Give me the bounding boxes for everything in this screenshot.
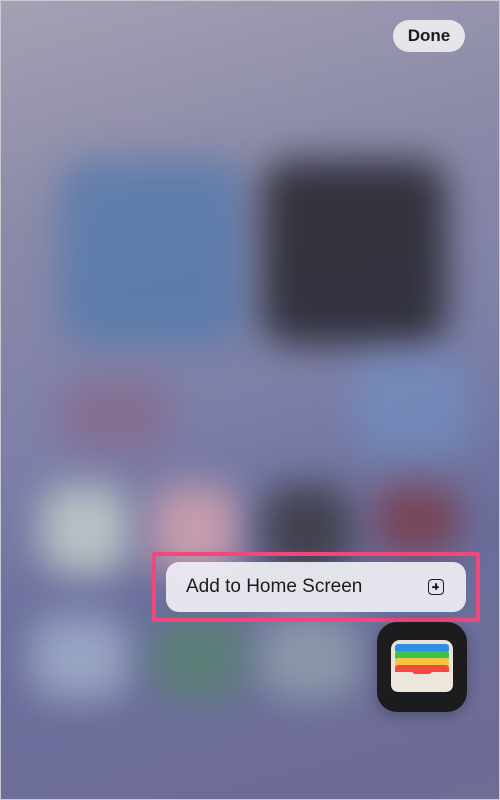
plus-square-icon	[428, 579, 444, 595]
blurred-app-icon	[260, 615, 360, 700]
done-button[interactable]: Done	[393, 20, 465, 52]
blurred-app-icon	[355, 355, 470, 455]
blurred-app-icon	[262, 160, 447, 345]
blurred-app-icon	[150, 615, 250, 700]
menu-item-label: Add to Home Screen	[186, 576, 363, 597]
wallet-icon[interactable]	[377, 622, 467, 712]
blurred-app-icon	[40, 485, 130, 575]
blurred-app-icon	[30, 615, 130, 700]
add-to-home-screen-menu-item[interactable]: Add to Home Screen	[166, 562, 466, 612]
blurred-app-icon	[60, 380, 170, 450]
blurred-app-icon	[60, 160, 245, 345]
wallet-icon-graphic	[391, 640, 453, 692]
blurred-app-icon	[372, 485, 462, 555]
